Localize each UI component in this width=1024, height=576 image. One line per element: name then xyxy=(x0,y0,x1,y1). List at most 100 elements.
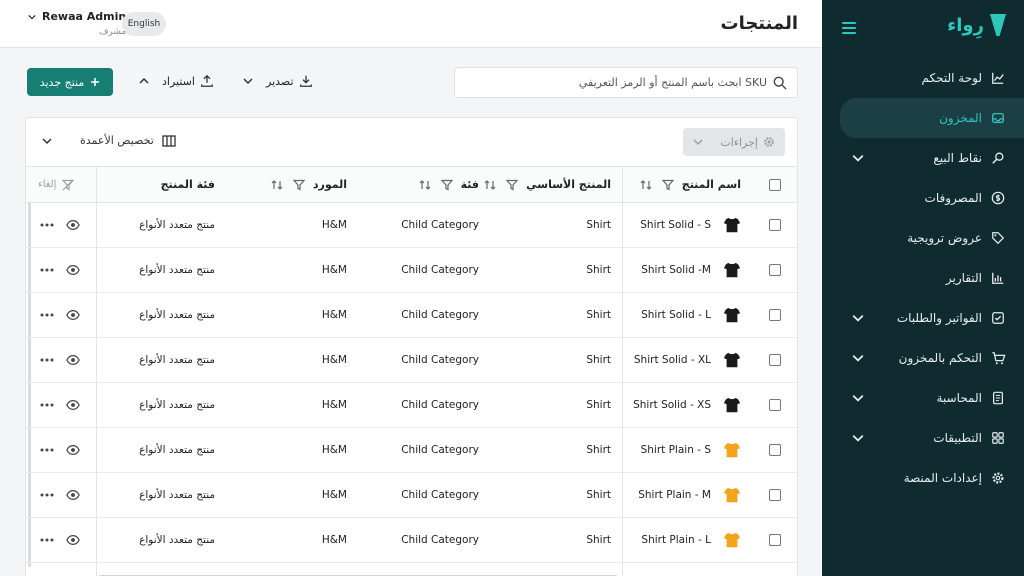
sidebar-item-label: التطبيقات xyxy=(933,431,982,445)
chevron-down-icon[interactable] xyxy=(852,392,864,404)
col-header-category[interactable]: فئة xyxy=(419,167,479,202)
row-checkbox[interactable] xyxy=(769,428,781,472)
product-thumbnail xyxy=(723,203,741,247)
category: Child Category xyxy=(401,534,479,546)
language-toggle[interactable]: English xyxy=(122,12,166,36)
more-options-icon[interactable] xyxy=(40,293,54,337)
shirt-icon xyxy=(723,441,741,459)
product-name[interactable]: Shirt Solid - L xyxy=(641,293,711,337)
chevron-down-icon[interactable] xyxy=(852,352,864,364)
col-header-supplier[interactable]: المورد xyxy=(271,167,347,202)
product-name[interactable]: Shirt Plain - L xyxy=(641,518,711,562)
sort-icon[interactable] xyxy=(640,179,652,191)
product-name[interactable]: Shirt Solid - XL xyxy=(634,338,711,382)
view-icon[interactable] xyxy=(66,428,80,472)
sidebar-item[interactable]: المصروفات xyxy=(822,178,1024,218)
sort-icon[interactable] xyxy=(419,179,431,191)
sort-icon[interactable] xyxy=(271,179,283,191)
row-checkbox[interactable] xyxy=(769,518,781,562)
more-options-icon[interactable] xyxy=(40,473,54,517)
row-checkbox[interactable] xyxy=(769,338,781,382)
table-row[interactable]: Shirt Solid - L Shirt Child Category H&M منت… xyxy=(26,293,797,338)
row-checkbox[interactable] xyxy=(769,383,781,427)
col-header-name[interactable]: اسم المنتج xyxy=(640,167,741,202)
chevron-down-icon[interactable] xyxy=(852,152,864,164)
more-options-icon[interactable] xyxy=(40,248,54,292)
user-role: مشرف xyxy=(99,27,127,37)
hamburger-menu-icon[interactable] xyxy=(842,22,856,37)
sidebar-item[interactable]: التحكم بالمخزون xyxy=(822,338,1024,378)
view-icon[interactable] xyxy=(66,338,80,382)
category: Child Category xyxy=(401,489,479,501)
row-checkbox[interactable] xyxy=(769,473,781,517)
sidebar-item[interactable]: التقارير xyxy=(822,258,1024,298)
product-name[interactable]: Shirt Solid - XS xyxy=(633,383,711,427)
col-header-base[interactable]: المنتج الأساسي xyxy=(484,167,611,202)
clear-filters-button[interactable]: إلغاء xyxy=(38,167,75,202)
search-input[interactable]: ابحث باسم المنتج أو الرمز التعريفي SKU xyxy=(454,67,798,98)
product-name[interactable]: Shirt Solid -M xyxy=(641,248,711,292)
more-options-icon[interactable] xyxy=(40,428,54,472)
view-icon[interactable] xyxy=(66,248,80,292)
table-row[interactable]: Shirt Solid - XL Shirt Child Category H&M من… xyxy=(26,338,797,383)
product-name[interactable]: Shirt Solid - S xyxy=(640,203,711,247)
table-row[interactable]: Shirt Plain - S Shirt Child Category H&M منت… xyxy=(26,428,797,473)
sidebar-item[interactable]: المحاسبة xyxy=(822,378,1024,418)
sidebar-item[interactable]: الفواتير والطلبات xyxy=(822,298,1024,338)
base-product: Shirt xyxy=(586,534,611,546)
category: Child Category xyxy=(401,264,479,276)
user-menu[interactable]: Rewaa Admin مشرف xyxy=(28,10,126,37)
app-logo[interactable]: رِواء xyxy=(947,14,1006,36)
more-options-icon[interactable] xyxy=(40,338,54,382)
filter-icon[interactable] xyxy=(292,179,305,191)
sidebar-item[interactable]: إعدادات المنصة xyxy=(822,458,1024,498)
table-row[interactable]: Shirt Plain - L Shirt Child Category H&M منت… xyxy=(26,518,797,563)
sidebar-item[interactable]: لوحة التحكم xyxy=(822,58,1024,98)
filter-icon[interactable] xyxy=(661,179,674,191)
actions-label: إجراءات xyxy=(720,135,758,149)
table-row[interactable]: Shirt Plain - M Shirt Child Category H&M منت… xyxy=(26,473,797,518)
supplier: H&M xyxy=(321,534,347,546)
supplier: H&M xyxy=(321,309,347,321)
filter-icon[interactable] xyxy=(440,179,453,191)
chevron-down-icon[interactable] xyxy=(852,312,864,324)
view-icon[interactable] xyxy=(66,293,80,337)
sidebar: رِواء لوحة التحكم المخزون نقاط البيع المصرو… xyxy=(822,0,1024,576)
new-product-button[interactable]: منتج جديد xyxy=(27,68,113,96)
shirt-icon xyxy=(723,396,741,414)
sidebar-item[interactable]: المخزون xyxy=(840,98,1024,138)
filter-icon[interactable] xyxy=(506,179,519,191)
customize-columns-button[interactable]: تخصيص الأعمدة xyxy=(42,134,176,147)
import-button[interactable]: استيراد xyxy=(139,74,214,88)
supplier: H&M xyxy=(321,489,347,501)
export-button[interactable]: تصدير xyxy=(243,74,313,88)
view-icon[interactable] xyxy=(66,518,80,562)
sort-icon[interactable] xyxy=(484,179,496,191)
select-all-checkbox[interactable] xyxy=(769,167,781,202)
search-icon xyxy=(773,76,787,90)
table-row[interactable]: Shirt Solid -M Shirt Child Category H&M منتج… xyxy=(26,248,797,293)
product-name[interactable]: Shirt Plain - M xyxy=(638,473,711,517)
table-row[interactable]: Shirt Solid - S Shirt Child Category H&M منت… xyxy=(26,203,797,248)
sidebar-item[interactable]: نقاط البيع xyxy=(822,138,1024,178)
view-icon[interactable] xyxy=(66,203,80,247)
actions-dropdown[interactable]: إجراءات xyxy=(683,128,785,156)
category: Child Category xyxy=(401,399,479,411)
view-icon[interactable] xyxy=(66,383,80,427)
more-options-icon[interactable] xyxy=(40,203,54,247)
table-row[interactable]: Shirt Solid - XS Shirt Child Category H&M من… xyxy=(26,383,797,428)
chevron-down-icon[interactable] xyxy=(852,432,864,444)
page-title: المنتجات xyxy=(720,13,798,34)
more-options-icon[interactable] xyxy=(40,518,54,562)
shirt-icon xyxy=(723,351,741,369)
more-options-icon[interactable] xyxy=(40,383,54,427)
row-checkbox[interactable] xyxy=(769,203,781,247)
row-checkbox[interactable] xyxy=(769,293,781,337)
sidebar-item[interactable]: التطبيقات xyxy=(822,418,1024,458)
chart-line-icon xyxy=(990,70,1006,86)
product-name[interactable]: Shirt Plain - S xyxy=(641,428,711,472)
view-icon[interactable] xyxy=(66,473,80,517)
row-checkbox[interactable] xyxy=(769,248,781,292)
sidebar-item-label: نقاط البيع xyxy=(933,151,982,165)
sidebar-item[interactable]: عروض ترويجية xyxy=(822,218,1024,258)
